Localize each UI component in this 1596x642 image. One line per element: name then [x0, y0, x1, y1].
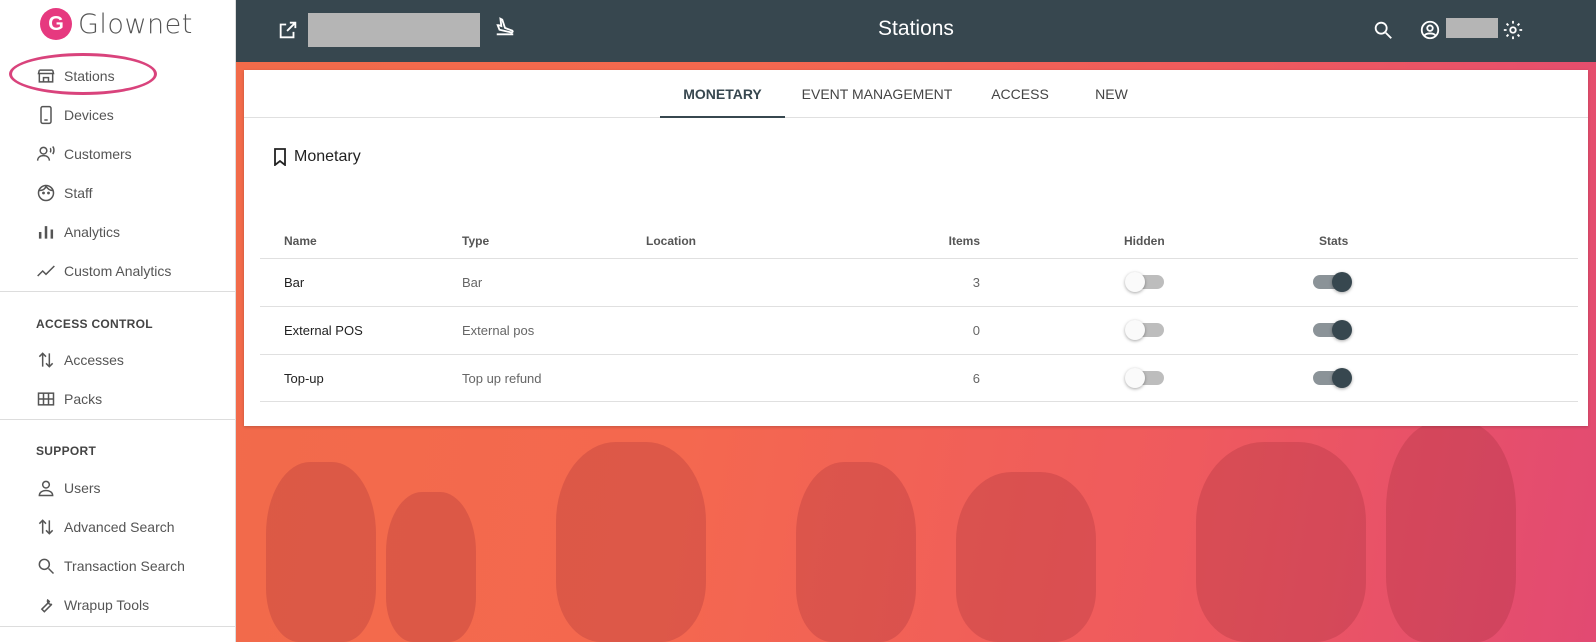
tab-monetary[interactable]: MONETARY [660, 70, 785, 118]
column-header-name[interactable]: Name [284, 234, 317, 248]
logo[interactable]: G Glownet [40, 8, 193, 40]
sidebar-item-label: Analytics [64, 224, 121, 240]
stats-toggle[interactable] [1313, 272, 1352, 292]
customers-icon [36, 144, 56, 164]
station-name[interactable]: External POS [284, 307, 363, 355]
station-type: Top up refund [462, 371, 542, 386]
sidebar-item-label: Accesses [64, 352, 124, 368]
account-icon[interactable] [1419, 19, 1441, 41]
sidebar-item-label: Packs [64, 391, 103, 407]
column-header-location[interactable]: Location [646, 234, 696, 248]
station-items: 3 [972, 275, 980, 290]
stats-toggle[interactable] [1313, 320, 1352, 340]
sidebar-item-staff[interactable]: Staff [36, 178, 93, 208]
tab-access[interactable]: ACCESS [979, 70, 1061, 118]
store-icon [36, 66, 56, 86]
station-items: 0 [972, 323, 980, 338]
face-icon [36, 183, 56, 203]
stations-card: MONETARY EVENT MANAGEMENT ACCESS NEW Mon… [244, 70, 1588, 426]
tab-new[interactable]: NEW [1074, 70, 1149, 118]
section-heading-text: Monetary [294, 148, 361, 165]
search-icon [36, 556, 56, 576]
column-header-hidden[interactable]: Hidden [1124, 234, 1165, 248]
sidebar-item-accesses[interactable]: Accesses [36, 345, 124, 375]
sidebar-item-wrapup-tools[interactable]: Wrapup Tools [36, 590, 149, 620]
station-name[interactable]: Bar [284, 259, 304, 307]
sidebar-divider [0, 419, 236, 420]
sidebar-item-label: Stations [64, 68, 115, 84]
search-icon[interactable] [1372, 19, 1394, 41]
hidden-toggle[interactable] [1125, 320, 1164, 340]
sidebar-item-label: Customers [64, 146, 132, 162]
sidebar-item-analytics[interactable]: Analytics [36, 217, 120, 247]
stats-toggle[interactable] [1313, 368, 1352, 388]
section-access-control: ACCESS CONTROL [36, 317, 153, 331]
wrench-icon [36, 595, 56, 615]
sidebar-item-customers[interactable]: Customers [36, 139, 132, 169]
sidebar-item-label: Devices [64, 107, 114, 123]
sidebar-divider [0, 626, 236, 627]
sidebar-item-advanced-search[interactable]: Advanced Search [36, 512, 175, 542]
tab-event-management[interactable]: EVENT MANAGEMENT [792, 70, 962, 118]
section-heading: Monetary [272, 148, 361, 166]
sidebar-item-packs[interactable]: Packs [36, 384, 102, 414]
sidebar-item-label: Advanced Search [64, 519, 175, 535]
sidebar-item-label: Wrapup Tools [64, 597, 150, 613]
bookmark-icon [274, 148, 286, 166]
bar-chart-icon [36, 222, 56, 242]
table-row[interactable]: External POS External pos 0 [260, 306, 1578, 354]
station-items: 6 [972, 371, 980, 386]
station-type: Bar [462, 275, 483, 290]
sidebar-item-label: Transaction Search [64, 558, 185, 574]
trending-icon [36, 261, 56, 281]
section-support: SUPPORT [36, 444, 97, 458]
sidebar-item-devices[interactable]: Devices [36, 100, 114, 130]
grid-icon [36, 389, 56, 409]
station-name[interactable]: Top-up [284, 355, 324, 403]
swap-vert-icon [36, 517, 56, 537]
sidebar-item-stations[interactable]: Stations [36, 61, 115, 91]
sidebar-item-users[interactable]: Users [36, 473, 101, 503]
hidden-toggle[interactable] [1125, 368, 1164, 388]
logo-text: Glownet [78, 8, 193, 40]
sidebar-item-label: Custom Analytics [64, 263, 172, 279]
top-bar: Stations [236, 0, 1596, 62]
swap-vert-icon [36, 350, 56, 370]
table-row[interactable]: Top-up Top up refund 6 [260, 354, 1578, 402]
sidebar-item-transaction-search[interactable]: Transaction Search [36, 551, 185, 581]
username-redacted[interactable] [1446, 18, 1498, 38]
table-row[interactable]: Bar Bar 3 [260, 258, 1578, 306]
station-type: External pos [462, 323, 535, 338]
person-icon [36, 478, 56, 498]
column-header-type[interactable]: Type [462, 234, 489, 248]
phone-icon [36, 105, 56, 125]
sidebar-item-label: Staff [64, 185, 93, 201]
column-header-items[interactable]: Items [944, 234, 980, 248]
sidebar: G Glownet Stations Devices Customers Sta… [0, 0, 236, 642]
column-header-stats[interactable]: Stats [1319, 234, 1348, 248]
hidden-toggle[interactable] [1125, 272, 1164, 292]
logo-mark: G [40, 8, 72, 40]
gear-icon[interactable] [1502, 19, 1524, 41]
tab-bar: MONETARY EVENT MANAGEMENT ACCESS NEW [244, 70, 1588, 118]
sidebar-item-custom-analytics[interactable]: Custom Analytics [36, 256, 171, 286]
sidebar-divider [0, 291, 236, 292]
sidebar-item-label: Users [64, 480, 101, 496]
